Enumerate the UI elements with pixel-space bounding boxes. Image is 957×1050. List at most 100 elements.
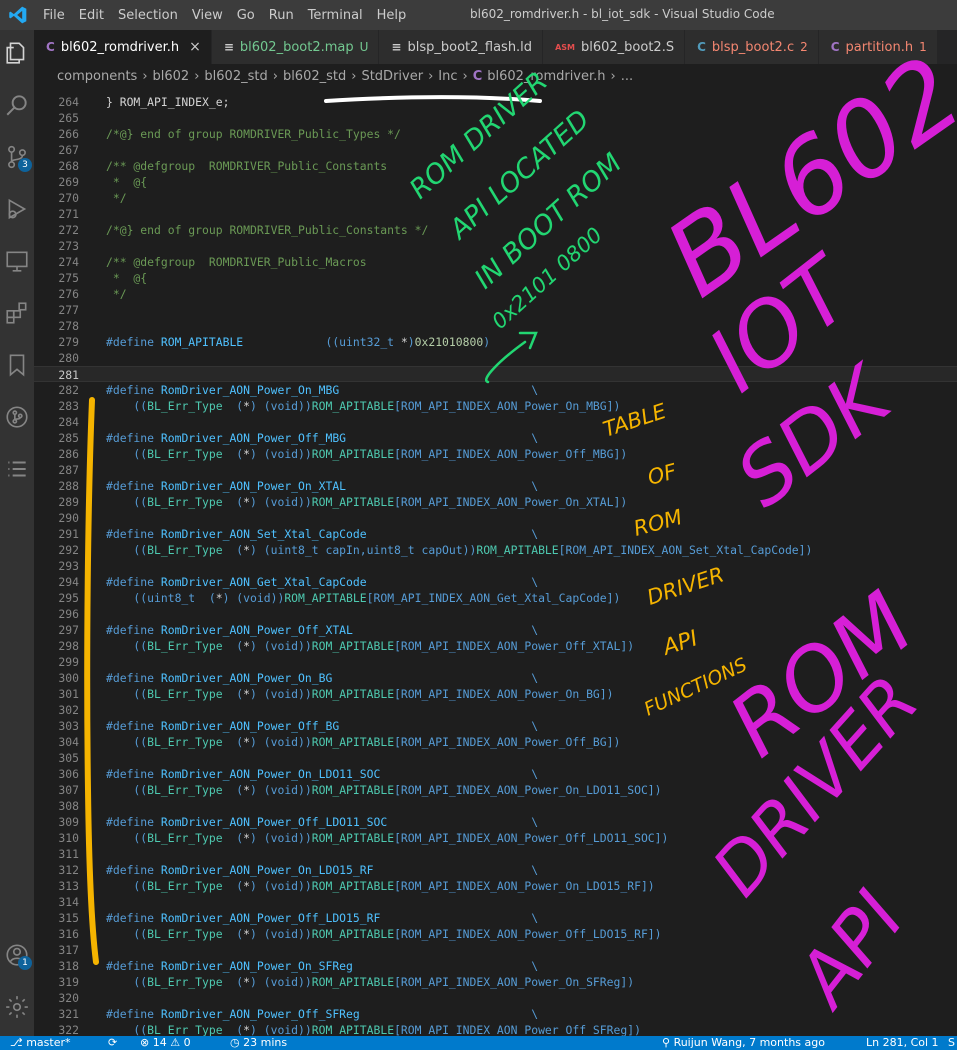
breadcrumb-item[interactable]: StdDriver bbox=[361, 69, 423, 84]
code-line[interactable]: 289 ((BL_Err_Type (*) (void))ROM_APITABL… bbox=[34, 494, 957, 510]
tab-4[interactable]: Cblsp_boot2.c 2 bbox=[685, 30, 819, 64]
code-line[interactable]: 285 #define RomDriver_AON_Power_Off_MBG \ bbox=[34, 430, 957, 446]
problems-indicator[interactable]: ⊗ 14 ⚠ 0 bbox=[140, 1036, 191, 1050]
breadcrumb-item[interactable]: Inc bbox=[438, 69, 457, 84]
code-line[interactable]: 271 bbox=[34, 206, 957, 222]
code-line[interactable]: 296 bbox=[34, 606, 957, 622]
menu-help[interactable]: Help bbox=[370, 8, 414, 23]
menu-terminal[interactable]: Terminal bbox=[301, 8, 370, 23]
settings-gear-icon[interactable] bbox=[4, 994, 30, 1020]
code-line[interactable]: 286 ((BL_Err_Type (*) (void))ROM_APITABL… bbox=[34, 446, 957, 462]
tab-1[interactable]: ≡ bl602_boot2.map U bbox=[211, 30, 380, 64]
code-line[interactable]: 291 #define RomDriver_AON_Set_Xtal_CapCod… bbox=[34, 526, 957, 542]
code-line[interactable]: 287 bbox=[34, 462, 957, 478]
code-line[interactable]: 280 bbox=[34, 350, 957, 366]
code-line[interactable]: 302 bbox=[34, 702, 957, 718]
remote-explorer-icon[interactable] bbox=[4, 248, 30, 274]
run-debug-icon[interactable] bbox=[4, 196, 30, 222]
code-line[interactable]: 288 #define RomDriver_AON_Power_On_XTAL \ bbox=[34, 478, 957, 494]
code-line[interactable]: 282 #define RomDriver_AON_Power_On_MBG \ bbox=[34, 382, 957, 398]
code-line[interactable]: 317 bbox=[34, 942, 957, 958]
menu-file[interactable]: File bbox=[36, 8, 72, 23]
explorer-icon[interactable] bbox=[4, 40, 30, 66]
code-line[interactable]: 313 ((BL_Err_Type (*) (void))ROM_APITABL… bbox=[34, 878, 957, 894]
code-line[interactable]: 292 ((BL_Err_Type (*) (uint8_t capIn,uin… bbox=[34, 542, 957, 558]
accounts-icon[interactable]: 1 bbox=[4, 942, 32, 970]
breadcrumb-item[interactable]: components bbox=[57, 69, 137, 84]
code-line[interactable]: 303 #define RomDriver_AON_Power_Off_BG \ bbox=[34, 718, 957, 734]
source-control-icon[interactable]: 3 bbox=[4, 144, 32, 172]
code-line[interactable]: 275 * @{ bbox=[34, 270, 957, 286]
code-line[interactable]: 274 /** @defgroup ROMDRIVER_Public_Macros bbox=[34, 254, 957, 270]
code-line[interactable]: 300 #define RomDriver_AON_Power_On_BG \ bbox=[34, 670, 957, 686]
code-line[interactable]: 305 bbox=[34, 750, 957, 766]
breadcrumb-item[interactable]: bl602_romdriver.h bbox=[487, 69, 605, 84]
sync-icon[interactable]: ⟳ bbox=[108, 1036, 117, 1050]
code-line[interactable]: 293 bbox=[34, 558, 957, 574]
code-line[interactable]: 272 /*@} end of group ROMDRIVER_Public_Co… bbox=[34, 222, 957, 238]
git-graph-icon[interactable] bbox=[4, 404, 30, 430]
code-line[interactable]: 273 bbox=[34, 238, 957, 254]
code-line[interactable]: 314 bbox=[34, 894, 957, 910]
code-line[interactable]: 284 bbox=[34, 414, 957, 430]
close-icon[interactable]: × bbox=[189, 39, 201, 55]
breadcrumb-item[interactable]: bl602_std bbox=[283, 69, 346, 84]
code-editor[interactable]: 264} ROM_API_INDEX_e; 265 266 /*@} end of g… bbox=[34, 88, 957, 1036]
code-line[interactable]: 281 bbox=[34, 366, 957, 382]
code-line[interactable]: 320 bbox=[34, 990, 957, 1006]
code-line[interactable]: 308 bbox=[34, 798, 957, 814]
code-line[interactable]: 266 /*@} end of group ROMDRIVER_Public_Ty… bbox=[34, 126, 957, 142]
outline-list-icon[interactable] bbox=[4, 456, 30, 482]
code-line[interactable]: 322 ((BL_Err_Type (*) (void))ROM_APITABL… bbox=[34, 1022, 957, 1036]
code-line[interactable]: 315 #define RomDriver_AON_Power_Off_LDO15… bbox=[34, 910, 957, 926]
code-line[interactable]: 294 #define RomDriver_AON_Get_Xtal_CapCod… bbox=[34, 574, 957, 590]
code-line[interactable]: 264} ROM_API_INDEX_e; bbox=[34, 94, 957, 110]
code-line[interactable]: 318 #define RomDriver_AON_Power_On_SFReg … bbox=[34, 958, 957, 974]
code-line[interactable]: 276 */ bbox=[34, 286, 957, 302]
git-blame[interactable]: ⚲ Ruijun Wang, 7 months ago bbox=[662, 1036, 825, 1050]
tab-3[interactable]: ASM bl602_boot2.S bbox=[543, 30, 686, 64]
status-extra[interactable]: S bbox=[948, 1036, 955, 1050]
extensions-icon[interactable] bbox=[4, 300, 30, 326]
code-line[interactable]: 307 ((BL_Err_Type (*) (void))ROM_APITABL… bbox=[34, 782, 957, 798]
code-line[interactable]: 319 ((BL_Err_Type (*) (void))ROM_APITABL… bbox=[34, 974, 957, 990]
code-line[interactable]: 312 #define RomDriver_AON_Power_On_LDO15_… bbox=[34, 862, 957, 878]
bookmarks-icon[interactable] bbox=[4, 352, 30, 378]
code-line[interactable]: 269 * @{ bbox=[34, 174, 957, 190]
tab-0[interactable]: Cbl602_romdriver.h × bbox=[34, 30, 212, 64]
menu-run[interactable]: Run bbox=[262, 8, 301, 23]
code-line[interactable]: 316 ((BL_Err_Type (*) (void))ROM_APITABL… bbox=[34, 926, 957, 942]
code-line[interactable]: 298 ((BL_Err_Type (*) (void))ROM_APITABL… bbox=[34, 638, 957, 654]
breadcrumb-item[interactable]: ... bbox=[621, 69, 633, 84]
code-line[interactable]: 297 #define RomDriver_AON_Power_Off_XTAL … bbox=[34, 622, 957, 638]
menu-selection[interactable]: Selection bbox=[111, 8, 185, 23]
search-icon[interactable] bbox=[4, 92, 30, 118]
code-line[interactable]: 309 #define RomDriver_AON_Power_Off_LDO11… bbox=[34, 814, 957, 830]
branch-indicator[interactable]: ⎇ master* bbox=[10, 1036, 70, 1050]
code-line[interactable]: 301 ((BL_Err_Type (*) (void))ROM_APITABL… bbox=[34, 686, 957, 702]
code-line[interactable]: 277 bbox=[34, 302, 957, 318]
menu-view[interactable]: View bbox=[185, 8, 230, 23]
menu-edit[interactable]: Edit bbox=[72, 8, 111, 23]
cursor-position[interactable]: Ln 281, Col 1 bbox=[866, 1036, 939, 1050]
code-line[interactable]: 321 #define RomDriver_AON_Power_Off_SFReg… bbox=[34, 1006, 957, 1022]
code-line[interactable]: 267 bbox=[34, 142, 957, 158]
breadcrumb-item[interactable]: bl602 bbox=[153, 69, 190, 84]
code-line[interactable]: 265 bbox=[34, 110, 957, 126]
code-line[interactable]: 279 #define ROM_APITABLE ((uint32_t *)0x2… bbox=[34, 334, 957, 350]
code-line[interactable]: 306 #define RomDriver_AON_Power_On_LDO11_… bbox=[34, 766, 957, 782]
code-line[interactable]: 278 bbox=[34, 318, 957, 334]
code-line[interactable]: 270 */ bbox=[34, 190, 957, 206]
breadcrumb-item[interactable]: bl602_std bbox=[204, 69, 267, 84]
code-line[interactable]: 295 ((uint8_t (*) (void))ROM_APITABLE[RO… bbox=[34, 590, 957, 606]
menu-go[interactable]: Go bbox=[230, 8, 262, 23]
code-line[interactable]: 310 ((BL_Err_Type (*) (void))ROM_APITABL… bbox=[34, 830, 957, 846]
code-line[interactable]: 268 /** @defgroup ROMDRIVER_Public_Consta… bbox=[34, 158, 957, 174]
tab-5[interactable]: Cpartition.h 1 bbox=[818, 30, 938, 64]
time-tracker[interactable]: ◷ 23 mins bbox=[230, 1036, 287, 1050]
code-line[interactable]: 290 bbox=[34, 510, 957, 526]
tab-2[interactable]: ≡ blsp_boot2_flash.ld bbox=[379, 30, 544, 64]
code-line[interactable]: 311 bbox=[34, 846, 957, 862]
code-line[interactable]: 299 bbox=[34, 654, 957, 670]
code-line[interactable]: 283 ((BL_Err_Type (*) (void))ROM_APITABL… bbox=[34, 398, 957, 414]
